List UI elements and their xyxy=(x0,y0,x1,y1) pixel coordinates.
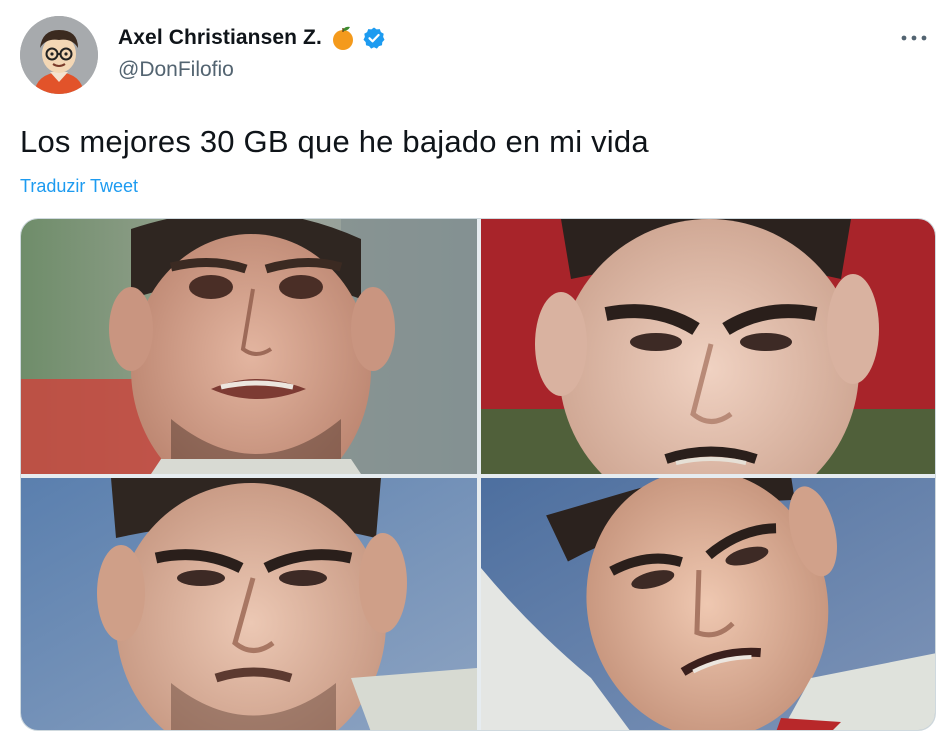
name-row: Axel Christiansen Z. xyxy=(118,24,386,52)
media-photo-4[interactable] xyxy=(481,478,935,730)
tweet-text: Los mejores 30 GB que he bajado en mi vi… xyxy=(20,124,649,159)
photo-face-front-icon xyxy=(21,219,477,474)
media-grid xyxy=(20,218,936,731)
media-photo-3[interactable] xyxy=(21,478,477,730)
media-photo-1[interactable] xyxy=(21,219,477,474)
more-dots-icon xyxy=(901,35,927,41)
orange-emoji-icon xyxy=(330,25,356,51)
media-photo-2[interactable] xyxy=(481,219,935,474)
photo-face-down-blue-bg-icon xyxy=(21,478,477,730)
avatar-illustration-icon xyxy=(20,16,98,94)
photo-face-down-red-bg-icon xyxy=(481,219,935,474)
avatar[interactable] xyxy=(20,16,98,94)
more-options-button[interactable] xyxy=(898,26,930,50)
author-names: Axel Christiansen Z. @DonFilofio xyxy=(118,24,386,82)
verified-badge-icon xyxy=(362,26,386,50)
tweet-header: Axel Christiansen Z. @DonFilofio xyxy=(20,16,930,94)
user-handle[interactable]: @DonFilofio xyxy=(118,58,386,82)
display-name[interactable]: Axel Christiansen Z. xyxy=(118,26,322,50)
translate-tweet-link[interactable]: Traduzir Tweet xyxy=(20,176,138,197)
photo-face-tilted-icon xyxy=(481,478,935,730)
